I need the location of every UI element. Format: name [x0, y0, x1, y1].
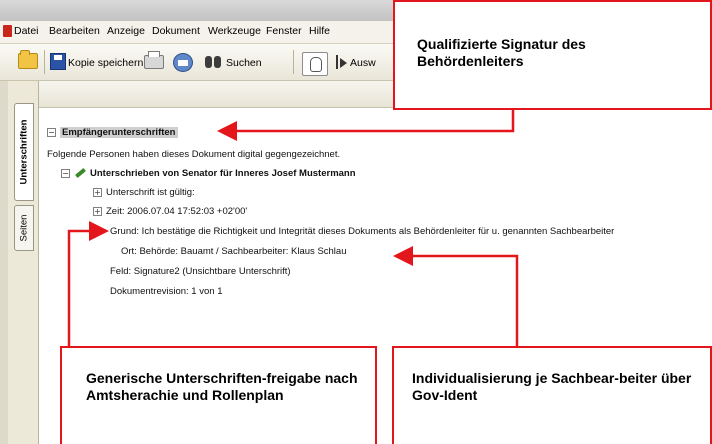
expand-toggle-icon[interactable]: +	[93, 187, 102, 197]
print-icon[interactable]	[144, 51, 164, 69]
save-copy-button[interactable]: Kopie speichern	[68, 57, 143, 69]
callout-qualified-signature: Qualifizierte Signatur des Behördenleite…	[393, 0, 712, 110]
email-icon[interactable]	[173, 53, 193, 72]
menu-document[interactable]: Dokument	[152, 25, 200, 37]
select-tool-button[interactable]: Ausw	[350, 57, 376, 69]
signature-intro: Folgende Personen haben dieses Dokument …	[47, 149, 341, 160]
signing-location: Ort: Behörde: Bauamt / Sachbearbeiter: K…	[121, 246, 347, 257]
menu-help[interactable]: Hilfe	[309, 25, 330, 37]
signing-reason: Grund: Ich bestätige die Richtigkeit und…	[110, 226, 615, 237]
hand-tool-icon[interactable]	[302, 52, 328, 76]
select-tool-icon[interactable]	[334, 54, 348, 70]
toolbar-separator	[44, 50, 45, 74]
tab-signatures-label: Unterschriften	[18, 119, 30, 185]
signer-row[interactable]: − Unterschrieben von Senator für Inneres …	[61, 168, 356, 179]
signing-time: Zeit: 2006.07.04 17:52:03 +02'00'	[106, 206, 248, 217]
callout-individualization: Individualisierung je Sachbear-beiter üb…	[392, 346, 712, 444]
valid-signature-icon	[75, 168, 86, 179]
menu-file[interactable]: Datei	[14, 25, 39, 37]
tab-pages-label: Seiten	[18, 214, 30, 242]
callout-qualified-signature-text: Qualifizierte Signatur des Behördenleite…	[417, 36, 586, 69]
search-button[interactable]: Suchen	[226, 57, 262, 69]
document-revision: Dokumentrevision: 1 von 1	[110, 286, 223, 297]
save-copy-icon[interactable]	[50, 53, 66, 70]
validity-label: Unterschrift ist gültig:	[106, 187, 195, 198]
collapse-toggle-icon[interactable]: −	[61, 168, 70, 178]
signer-name: Unterschrieben von Senator für Inneres J…	[90, 168, 356, 179]
navigation-tabs: Unterschriften Seiten	[8, 81, 38, 444]
callout-individualization-text: Individualisierung je Sachbear-beiter üb…	[412, 370, 692, 403]
signature-heading-row[interactable]: − Empfängerunterschriften	[47, 127, 178, 138]
callout-generic-release-text: Generische Unterschriften-freigabe nach …	[86, 370, 358, 403]
signature-field: Feld: Signature2 (Unsichtbare Unterschri…	[110, 266, 291, 277]
app-logo-icon	[3, 25, 12, 37]
time-row[interactable]: + Zeit: 2006.07.04 17:52:03 +02'00'	[93, 206, 247, 217]
signature-heading: Empfängerunterschriften	[60, 127, 178, 138]
tab-pages[interactable]: Seiten	[14, 205, 34, 251]
menu-edit[interactable]: Bearbeiten	[49, 25, 100, 37]
collapse-toggle-icon[interactable]: −	[47, 127, 56, 137]
menu-tools[interactable]: Werkzeuge	[208, 25, 261, 37]
validity-row[interactable]: + Unterschrift ist gültig:	[93, 187, 195, 198]
binoculars-icon[interactable]	[205, 54, 222, 68]
open-folder-icon[interactable]	[18, 50, 38, 69]
tab-signatures[interactable]: Unterschriften	[14, 103, 34, 201]
menu-window[interactable]: Fenster	[266, 25, 302, 37]
toolbar-separator	[293, 50, 294, 74]
callout-generic-release: Generische Unterschriften-freigabe nach …	[60, 346, 377, 444]
menu-view[interactable]: Anzeige	[107, 25, 145, 37]
expand-toggle-icon[interactable]: +	[93, 206, 102, 216]
